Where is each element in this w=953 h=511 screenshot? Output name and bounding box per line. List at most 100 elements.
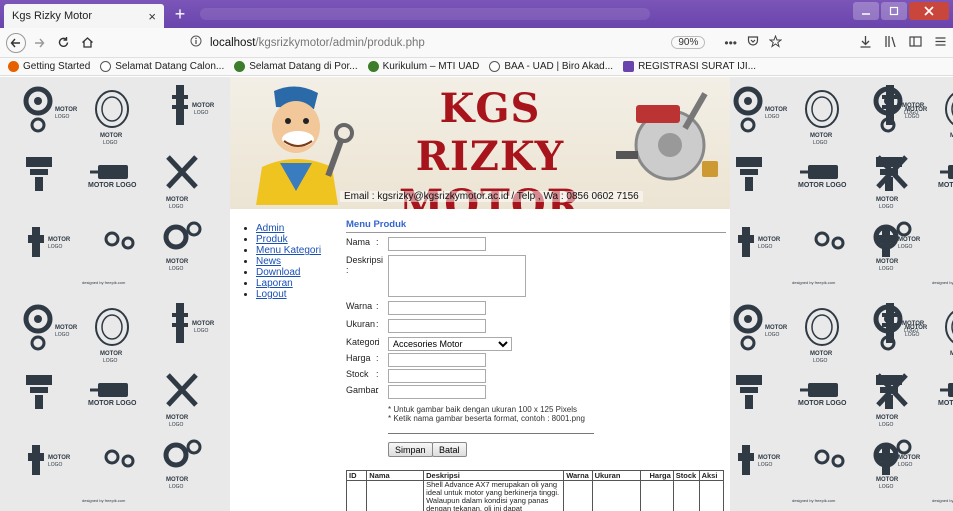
colon: : (376, 319, 379, 329)
sidebar-item-download: Download (256, 267, 344, 278)
ukuran-input[interactable] (388, 319, 486, 333)
col-nama: Nama (366, 470, 425, 481)
product-form: Menu Produk Nama : Deskripsi : Warna : U… (346, 219, 726, 457)
navigation-bar: localhost /kgsrizkymotor/admin/produk.ph… (0, 28, 953, 58)
table-row: Shell Advance AX7 merupakan oli yang ide… (345, 480, 725, 511)
sidebar-item-admin: Admin (256, 223, 344, 234)
bookmark-item[interactable]: BAA - UAD | Biro Akad... (489, 61, 613, 72)
table-header-row: ID Nama Deskripsi Warna Ukuran Harga Sto… (345, 470, 725, 481)
sidebar-item-logout: Logout (256, 289, 344, 300)
close-window-button[interactable] (909, 2, 949, 20)
batal-button[interactable]: Batal (432, 442, 467, 457)
pocket-icon[interactable] (747, 35, 759, 50)
form-title: Menu Produk (346, 219, 726, 233)
field-row-warna: Warna : (346, 301, 486, 315)
image-note-size: * Untuk gambar baik dengan ukuran 100 x … (388, 405, 578, 414)
globe-icon (100, 61, 112, 72)
image-note-format: * Ketik nama gambar beserta format, cont… (388, 414, 586, 423)
bookmark-item[interactable]: Kurikulum – MTI UAD (367, 61, 480, 72)
bookmarks-bar: Getting Started Selamat Datang Calon... … (0, 58, 953, 76)
bookmark-star-icon[interactable] (768, 34, 783, 51)
banner-contact: Email : kgsrizky@kgsrizkymotor.ac.id / T… (340, 191, 643, 202)
deskripsi-textarea[interactable] (388, 255, 526, 297)
colon: : (376, 301, 379, 311)
bookmark-label: Selamat Datang di Por... (249, 61, 358, 72)
sidebar-link-news[interactable]: News (256, 256, 281, 267)
info-icon[interactable] (190, 35, 202, 50)
new-tab-button[interactable]: + (170, 4, 190, 24)
sidebar-item-produk: Produk (256, 234, 344, 245)
minimize-icon (862, 13, 870, 15)
field-row-kategori: Kategori : Accesories Motor (346, 337, 512, 351)
table-cell (345, 480, 368, 511)
col-id: ID (345, 470, 368, 481)
bookmark-label: Kurikulum – MTI UAD (382, 61, 480, 72)
sidebar-item-news: News (256, 256, 344, 267)
sidebar-link-laporan[interactable]: Laporan (256, 278, 293, 289)
reload-icon (58, 37, 68, 47)
page-actions-icon[interactable]: ••• (724, 36, 737, 50)
browser-tab[interactable]: Kgs Rizky Motor × (4, 4, 164, 28)
table-cell (698, 480, 725, 511)
harga-label: Harga (346, 353, 371, 363)
maximize-icon (889, 6, 899, 16)
bookmark-item[interactable]: REGISTRASI SURAT IJI... (623, 61, 756, 72)
sidebar-link-admin[interactable]: Admin (256, 223, 284, 234)
forward-arrow-icon (35, 38, 45, 47)
back-arrow-icon (10, 38, 20, 47)
sidebar-link-produk[interactable]: Produk (256, 234, 288, 245)
back-button[interactable] (6, 32, 26, 53)
tab-close-icon[interactable]: × (148, 9, 156, 24)
form-divider (388, 433, 594, 434)
bookmark-item[interactable]: Getting Started (8, 61, 90, 72)
kategori-label: Kategori (346, 337, 380, 347)
browser-titlebar: Kgs Rizky Motor × + (0, 0, 953, 28)
download-icon[interactable] (859, 35, 872, 51)
minimize-button[interactable] (853, 2, 879, 20)
sidebar-link-menu-kategori[interactable]: Menu Kategori (256, 245, 321, 256)
mechanic-mascot-image (256, 86, 354, 205)
simpan-button[interactable]: Simpan (388, 442, 433, 457)
harga-input[interactable] (388, 353, 486, 367)
bookmark-item[interactable]: Selamat Datang Calon... (100, 61, 224, 72)
url-bar[interactable]: localhost /kgsrizkymotor/admin/produk.ph… (190, 32, 787, 54)
kategori-select[interactable]: Accesories Motor (388, 337, 512, 351)
forward-button[interactable] (28, 32, 50, 54)
col-harga: Harga (640, 470, 674, 481)
banner-title-line1: KGS RIZKY (415, 85, 565, 180)
bookmark-item[interactable]: Selamat Datang di Por... (234, 61, 358, 72)
colon: : (376, 237, 379, 247)
field-row-stock: Stock : (346, 369, 486, 383)
nama-input[interactable] (388, 237, 486, 251)
home-icon (81, 37, 93, 48)
home-button[interactable] (76, 32, 98, 54)
library-icon[interactable] (884, 35, 897, 51)
sidebar-link-download[interactable]: Download (256, 267, 300, 278)
sidebar-link-logout[interactable]: Logout (256, 289, 287, 300)
zoom-indicator[interactable]: 90% (671, 36, 706, 49)
tab-title: Kgs Rizky Motor (12, 10, 93, 22)
titlebar-blur (200, 8, 650, 20)
window-controls (853, 2, 949, 20)
table-cell (672, 480, 700, 511)
sidebar-toggle-icon[interactable] (909, 35, 922, 51)
maximize-button[interactable] (881, 2, 907, 20)
deskripsi-label: Deskripsi : (346, 255, 384, 275)
image-notes: * Untuk gambar baik dengan ukuran 100 x … (388, 405, 585, 423)
nama-label: Nama (346, 237, 371, 247)
warna-input[interactable] (388, 301, 486, 315)
sidebar-item-menu-kategori: Menu Kategori (256, 245, 344, 256)
gambar-input[interactable] (388, 385, 486, 399)
bookmark-label: BAA - UAD | Biro Akad... (504, 61, 614, 72)
colon: : (376, 385, 379, 395)
colon: : (376, 337, 379, 347)
motor-parts-image (616, 92, 718, 181)
ukuran-label: Ukuran (346, 319, 376, 329)
document-icon (623, 61, 635, 72)
stock-input[interactable] (388, 369, 486, 383)
menu-icon[interactable] (934, 35, 947, 51)
reload-button[interactable] (52, 32, 74, 54)
site-banner: KGS RIZKY MOTOR Email : kgsrizky@kgsrizk… (230, 77, 730, 209)
field-row-ukuran: Ukuran : (346, 319, 486, 333)
url-host: localhost (210, 36, 256, 49)
